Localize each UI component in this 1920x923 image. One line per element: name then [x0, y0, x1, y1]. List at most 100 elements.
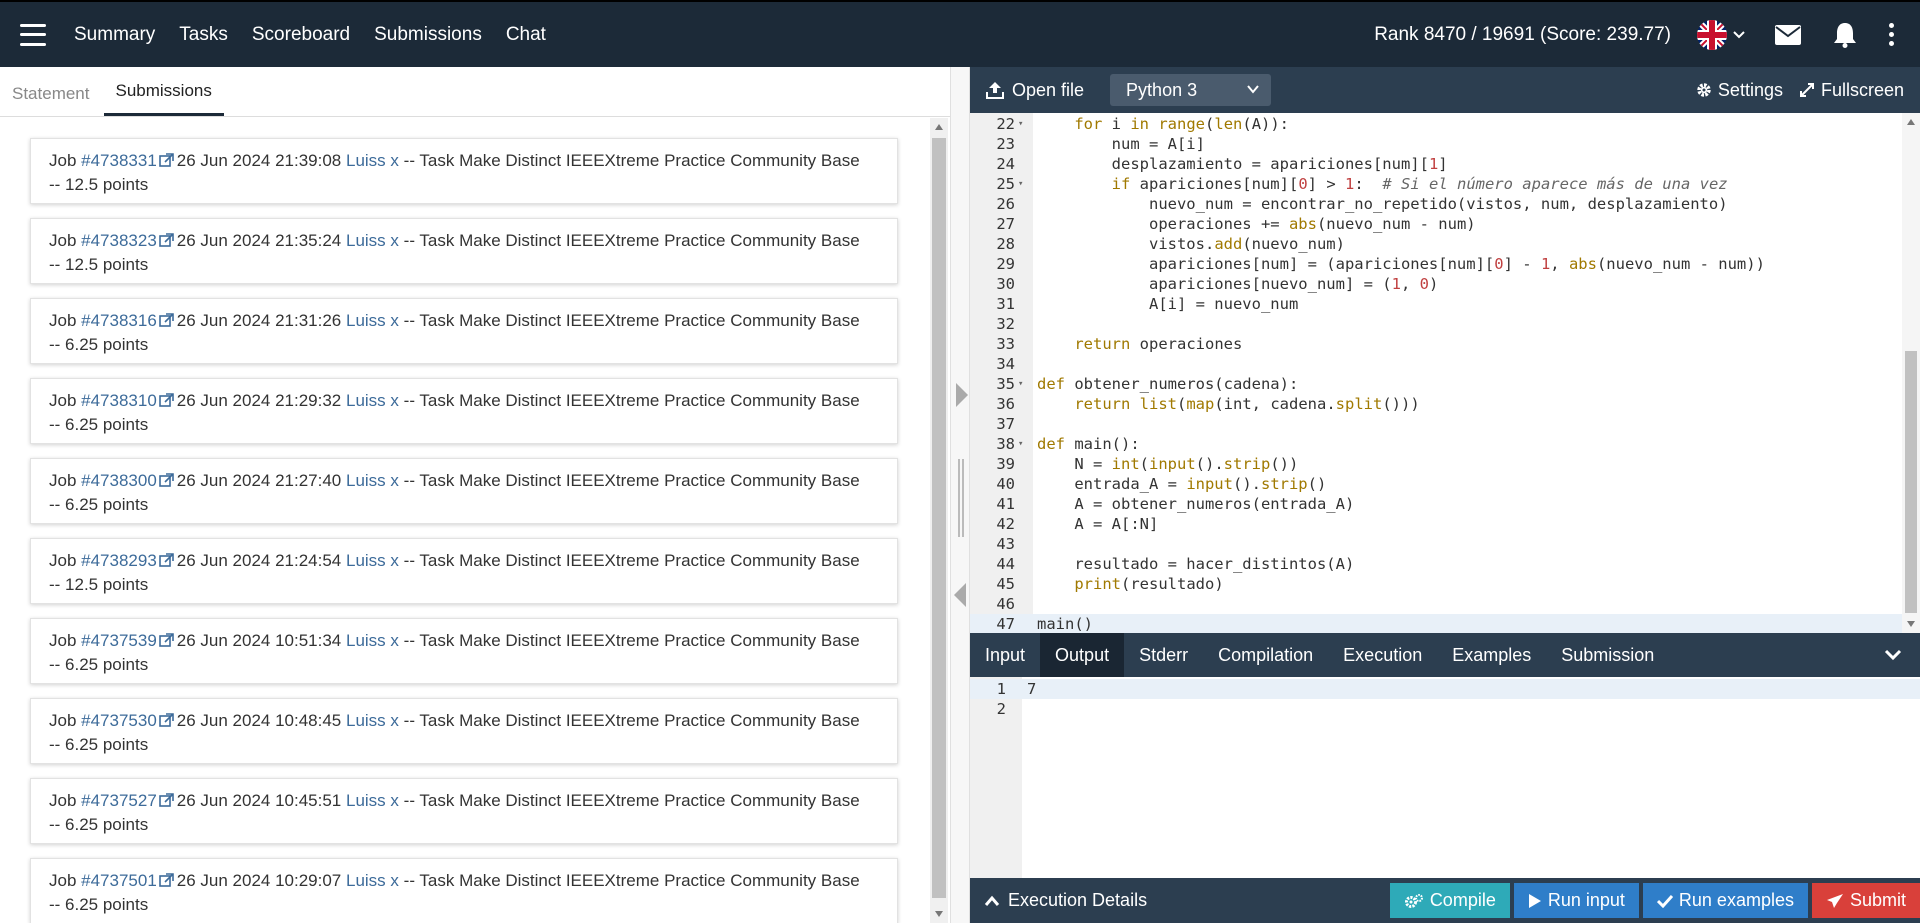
tab-output[interactable]: Output [1040, 633, 1125, 677]
code-line[interactable]: 46 [970, 594, 1902, 614]
code-line[interactable]: 31 A[i] = nuevo_num [970, 294, 1902, 314]
job-link[interactable]: #4738323 [81, 231, 157, 250]
fold-arrow-icon[interactable]: ▾ [1018, 114, 1023, 134]
fold-arrow-icon[interactable]: ▾ [1018, 434, 1023, 454]
tab-compilation[interactable]: Compilation [1203, 633, 1328, 677]
nav-submissions[interactable]: Submissions [374, 24, 482, 46]
external-link-icon[interactable] [158, 232, 174, 254]
user-link[interactable]: Luiss x [346, 551, 399, 570]
code-line[interactable]: 32 [970, 314, 1902, 334]
code-line[interactable]: 30 apariciones[nuevo_num] = (1, 0) [970, 274, 1902, 294]
code-line[interactable]: 28 vistos.add(nuevo_num) [970, 234, 1902, 254]
open-file-button[interactable]: Open file [986, 80, 1084, 101]
user-link[interactable]: Luiss x [346, 791, 399, 810]
external-link-icon[interactable] [158, 152, 174, 174]
run-examples-button[interactable]: Run examples [1642, 883, 1808, 918]
user-link[interactable]: Luiss x [346, 151, 399, 170]
kebab-icon[interactable] [1889, 23, 1894, 46]
job-link[interactable]: #4738331 [81, 151, 157, 170]
job-link[interactable]: #4738310 [81, 391, 157, 410]
code-line[interactable]: 22 ▾ for i in range(len(A)): [970, 114, 1902, 134]
job-link[interactable]: #4738293 [81, 551, 157, 570]
user-link[interactable]: Luiss x [346, 631, 399, 650]
user-link[interactable]: Luiss x [346, 311, 399, 330]
code-line[interactable]: 43 [970, 534, 1902, 554]
run-input-button[interactable]: Run input [1513, 883, 1639, 918]
compile-button[interactable]: Compile [1389, 883, 1510, 918]
splitter-grip[interactable] [958, 459, 964, 537]
uk-flag-icon[interactable] [1697, 19, 1727, 50]
code-line[interactable]: 42 A = A[:N] [970, 514, 1902, 534]
execution-details-toggle[interactable]: Execution Details [984, 890, 1147, 911]
code-line[interactable]: 23 num = A[i] [970, 134, 1902, 154]
tab-statement[interactable]: Statement [12, 84, 90, 116]
language-select[interactable]: Python 3 [1110, 74, 1272, 106]
editor-scrollbar[interactable] [1902, 113, 1920, 633]
code-editor[interactable]: 22 ▾ for i in range(len(A)): 23 num = A[i]… [970, 113, 1920, 633]
user-link[interactable]: Luiss x [346, 871, 399, 890]
code-line[interactable]: 44 resultado = hacer_distintos(A) [970, 554, 1902, 574]
nav-summary[interactable]: Summary [74, 24, 155, 46]
expand-left-arrow-icon[interactable] [954, 583, 966, 607]
submit-button[interactable]: Submit [1811, 883, 1920, 918]
code-line[interactable]: 27 operaciones += abs(nuevo_num - num) [970, 214, 1902, 234]
external-link-icon[interactable] [158, 552, 174, 574]
code-line[interactable]: 36 return list(map(int, cadena.split())) [970, 394, 1902, 414]
job-prefix: Job [49, 391, 82, 410]
tab-submissions[interactable]: Submissions [103, 81, 224, 116]
user-link[interactable]: Luiss x [346, 471, 399, 490]
user-link[interactable]: Luiss x [346, 391, 399, 410]
code-line[interactable]: 37 [970, 414, 1902, 434]
panel-splitter[interactable] [950, 67, 970, 923]
code-line[interactable]: 25 ▾ if apariciones[num][0] > 1: # Si el … [970, 174, 1902, 194]
chevron-down-icon[interactable] [1733, 30, 1745, 39]
job-link[interactable]: #4737527 [81, 791, 157, 810]
fullscreen-button[interactable]: Fullscreen [1799, 80, 1904, 101]
submission-card: Job #4738310 26 Jun 2024 21:29:32 Luiss x… [30, 378, 898, 444]
job-link[interactable]: #4737501 [81, 871, 157, 890]
job-link[interactable]: #4737539 [81, 631, 157, 650]
chevron-down-icon[interactable] [1884, 633, 1902, 677]
fold-arrow-icon[interactable]: ▾ [1018, 374, 1023, 394]
external-link-icon[interactable] [158, 792, 174, 814]
output-pane[interactable]: 172 [970, 677, 1920, 878]
external-link-icon[interactable] [158, 632, 174, 654]
tab-execution[interactable]: Execution [1328, 633, 1437, 677]
code-line[interactable]: 45 print(resultado) [970, 574, 1902, 594]
code-line[interactable]: 38 ▾ def main(): [970, 434, 1902, 454]
bell-icon[interactable] [1833, 22, 1857, 48]
job-link[interactable]: #4737530 [81, 711, 157, 730]
external-link-icon[interactable] [158, 872, 174, 894]
code-line[interactable]: 40 entrada_A = input().strip() [970, 474, 1902, 494]
code-line[interactable]: 29 apariciones[num] = (apariciones[num][… [970, 254, 1902, 274]
nav-scoreboard[interactable]: Scoreboard [252, 24, 350, 46]
code-line[interactable]: 34 [970, 354, 1902, 374]
code-line[interactable]: 33 return operaciones [970, 334, 1902, 354]
settings-button[interactable]: Settings [1696, 80, 1783, 101]
nav-tasks[interactable]: Tasks [179, 24, 228, 46]
tab-examples[interactable]: Examples [1437, 633, 1546, 677]
expand-right-arrow-icon[interactable] [956, 383, 968, 407]
user-link[interactable]: Luiss x [346, 231, 399, 250]
external-link-icon[interactable] [158, 472, 174, 494]
tab-input[interactable]: Input [970, 633, 1040, 677]
code-line[interactable]: 35 ▾ def obtener_numeros(cadena): [970, 374, 1902, 394]
code-line[interactable]: 39 N = int(input().strip()) [970, 454, 1902, 474]
job-link[interactable]: #4738300 [81, 471, 157, 490]
code-line[interactable]: 24 desplazamiento = apariciones[num][1] [970, 154, 1902, 174]
nav-chat[interactable]: Chat [506, 24, 546, 46]
tab-submission[interactable]: Submission [1546, 633, 1669, 677]
external-link-icon[interactable] [158, 312, 174, 334]
fold-arrow-icon[interactable]: ▾ [1018, 174, 1023, 194]
user-link[interactable]: Luiss x [346, 711, 399, 730]
code-line[interactable]: 41 A = obtener_numeros(entrada_A) [970, 494, 1902, 514]
left-scrollbar[interactable] [930, 118, 948, 923]
job-link[interactable]: #4738316 [81, 311, 157, 330]
envelope-icon[interactable] [1775, 24, 1801, 45]
external-link-icon[interactable] [158, 392, 174, 414]
code-line[interactable]: 26 nuevo_num = encontrar_no_repetido(vis… [970, 194, 1902, 214]
code-line[interactable]: 47 main() [970, 614, 1902, 633]
menu-icon[interactable] [20, 23, 46, 46]
tab-stderr[interactable]: Stderr [1124, 633, 1203, 677]
external-link-icon[interactable] [158, 712, 174, 734]
